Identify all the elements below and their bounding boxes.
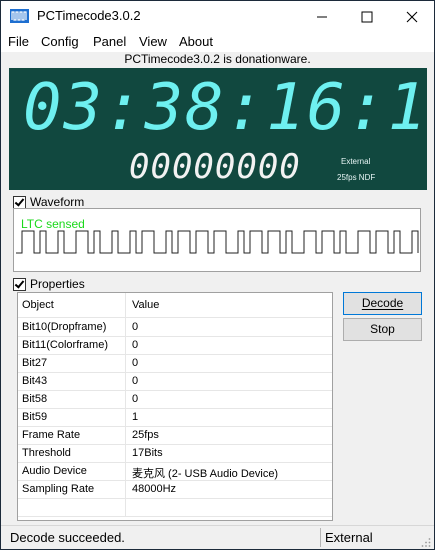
app-window: PCTimecode3.0.2 File Config Panel View A… bbox=[0, 0, 435, 550]
close-icon bbox=[406, 11, 417, 22]
timecode-readout: 03:38:16:17 bbox=[23, 71, 435, 145]
property-value: 0 bbox=[132, 321, 139, 333]
property-name: Bit58 bbox=[22, 393, 48, 405]
property-name: Bit27 bbox=[22, 357, 48, 369]
table-row[interactable]: Bit11(Colorframe) 0 bbox=[18, 336, 332, 355]
table-row[interactable]: Bit10(Dropframe) 0 bbox=[18, 318, 332, 337]
property-name: Bit10(Dropframe) bbox=[22, 321, 107, 333]
property-name: Sampling Rate bbox=[22, 483, 95, 495]
property-value: 25fps bbox=[132, 429, 159, 441]
status-message: Decode succeeded. bbox=[10, 530, 125, 545]
table-row[interactable]: Audio Device 麦克风 (2- USB Audio Device) bbox=[18, 462, 332, 481]
stop-button[interactable]: Stop bbox=[343, 318, 422, 341]
maximize-icon bbox=[361, 11, 372, 22]
waveform-panel: LTC sensed bbox=[13, 208, 421, 272]
donationware-banner: PCTimecode3.0.2 is donationware. bbox=[1, 52, 434, 68]
waveform-label: Waveform bbox=[30, 195, 85, 209]
table-row[interactable]: Bit43 0 bbox=[18, 372, 332, 391]
title-bar[interactable]: PCTimecode3.0.2 bbox=[1, 1, 434, 32]
table-header: Object Value bbox=[18, 293, 332, 318]
table-row[interactable]: Threshold 17Bits bbox=[18, 444, 332, 463]
frame-mode-indicator: 25fps NDF bbox=[337, 173, 376, 182]
resize-grip-icon[interactable] bbox=[421, 537, 431, 547]
menu-bar: File Config Panel View About bbox=[1, 32, 434, 52]
column-header-value[interactable]: Value bbox=[132, 299, 159, 311]
maximize-button[interactable] bbox=[344, 1, 389, 32]
menu-file[interactable]: File bbox=[8, 34, 29, 49]
property-value: 17Bits bbox=[132, 447, 163, 459]
property-name: Bit43 bbox=[22, 375, 48, 387]
minimize-button[interactable] bbox=[299, 1, 344, 32]
property-name: Bit11(Colorframe) bbox=[22, 339, 108, 351]
window-title: PCTimecode3.0.2 bbox=[37, 8, 141, 23]
property-value: 48000Hz bbox=[132, 483, 177, 495]
table-row[interactable]: Sampling Rate 48000Hz bbox=[18, 480, 332, 499]
waveform-app-icon bbox=[10, 9, 29, 23]
column-header-object[interactable]: Object bbox=[22, 299, 54, 311]
property-value: 0 bbox=[132, 357, 139, 369]
property-value: 0 bbox=[132, 393, 139, 405]
waveform-checkbox[interactable] bbox=[13, 195, 26, 209]
empty-row bbox=[18, 498, 332, 517]
property-name: Frame Rate bbox=[22, 429, 81, 441]
property-name: Audio Device bbox=[22, 465, 87, 477]
minimize-icon bbox=[316, 16, 327, 17]
menu-view[interactable]: View bbox=[139, 34, 167, 49]
property-value: 0 bbox=[132, 375, 139, 387]
property-value: 1 bbox=[132, 411, 139, 423]
table-row[interactable]: Bit59 1 bbox=[18, 408, 332, 427]
property-value: 麦克风 (2- USB Audio Device) bbox=[132, 468, 279, 480]
timecode-display: 03:38:16:17 00000000 External 25fps NDF bbox=[9, 68, 434, 190]
waveform-trace bbox=[16, 230, 419, 254]
property-name: Bit59 bbox=[22, 411, 48, 423]
ltc-status: LTC sensed bbox=[21, 217, 85, 231]
properties-checkbox[interactable] bbox=[13, 277, 26, 291]
properties-label: Properties bbox=[30, 277, 85, 291]
status-bar: Decode succeeded. External bbox=[1, 525, 434, 549]
property-value: 0 bbox=[132, 339, 139, 351]
user-bits-readout: 00000000 bbox=[129, 147, 301, 187]
properties-toggle[interactable]: Properties bbox=[13, 277, 85, 291]
menu-panel[interactable]: Panel bbox=[93, 34, 126, 49]
close-button[interactable] bbox=[389, 1, 434, 32]
table-row[interactable]: Bit27 0 bbox=[18, 354, 332, 373]
source-indicator: External bbox=[341, 157, 371, 166]
status-separator bbox=[320, 528, 321, 547]
table-row[interactable]: Frame Rate 25fps bbox=[18, 426, 332, 445]
menu-config[interactable]: Config bbox=[41, 34, 79, 49]
menu-about[interactable]: About bbox=[179, 34, 213, 49]
decode-button[interactable]: Decode bbox=[343, 292, 422, 315]
waveform-toggle[interactable]: Waveform bbox=[13, 195, 84, 209]
table-row[interactable]: Bit58 0 bbox=[18, 390, 332, 409]
status-source: External bbox=[325, 530, 373, 545]
property-name: Threshold bbox=[22, 447, 71, 459]
properties-table[interactable]: Object Value Bit10(Dropframe) 0 Bit11(Colo… bbox=[17, 292, 333, 521]
